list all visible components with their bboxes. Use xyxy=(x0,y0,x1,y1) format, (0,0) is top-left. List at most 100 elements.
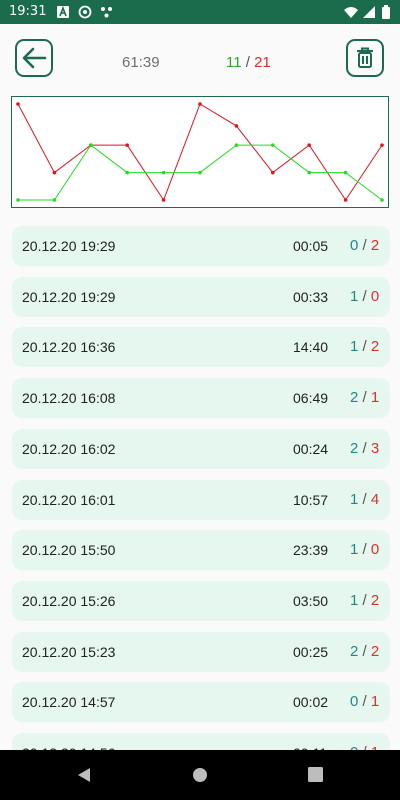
series-0-point xyxy=(380,143,384,147)
trash-icon xyxy=(357,47,373,68)
game-date: 20.12.20 14:57 xyxy=(22,694,116,711)
history-chart xyxy=(11,96,389,208)
nav-back-icon[interactable] xyxy=(76,767,92,783)
series-1-point xyxy=(52,198,57,202)
game-date: 20.12.20 16:01 xyxy=(22,491,116,508)
series-0-point xyxy=(52,170,57,175)
game-row[interactable]: 20.12.20 15:50 23:39 1 / 0 xyxy=(12,530,390,571)
series-0-point xyxy=(271,170,275,175)
signal-icon xyxy=(363,6,375,18)
series-1-point xyxy=(161,170,166,175)
game-row[interactable]: 20.12.20 16:02 00:24 2 / 3 xyxy=(12,428,390,469)
dots-icon xyxy=(101,7,112,18)
game-lost: 3 xyxy=(370,439,380,457)
series-0-point xyxy=(343,198,348,202)
series-line-0 xyxy=(17,103,383,202)
game-result: 1 / 4 xyxy=(350,491,379,508)
score-lost: 21 xyxy=(254,54,271,71)
game-row[interactable]: 20.12.20 15:26 03:50 1 / 2 xyxy=(12,580,390,621)
game-result: 1 / 0 xyxy=(350,541,379,558)
game-won: 2 xyxy=(350,439,359,457)
header: 61:39 11 / 21 xyxy=(0,24,400,96)
arrow-left-icon xyxy=(22,47,47,69)
session-timer: 61:39 xyxy=(122,54,160,71)
game-lost: 2 xyxy=(370,642,380,660)
status-bar: 19:31 xyxy=(0,0,400,24)
a-icon xyxy=(57,5,69,18)
game-result-separator: / xyxy=(362,389,367,407)
game-row[interactable]: 20.12.20 19:29 00:33 1 / 0 xyxy=(12,276,390,317)
series-1-point xyxy=(198,170,202,175)
game-date: 20.12.20 19:29 xyxy=(22,288,116,305)
at-icon xyxy=(78,5,92,19)
delete-button[interactable] xyxy=(346,39,384,77)
series-0-point xyxy=(198,102,202,106)
series-1-point xyxy=(380,198,384,202)
series-1-point xyxy=(307,170,312,175)
game-date: 20.12.20 15:50 xyxy=(22,542,116,559)
game-row[interactable]: 20.12.20 16:01 10:57 1 / 4 xyxy=(12,479,390,520)
game-row[interactable]: 20.12.20 16:36 14:40 1 / 2 xyxy=(12,327,390,368)
game-result-separator: / xyxy=(362,287,367,305)
game-lost: 2 xyxy=(370,338,380,356)
game-won: 1 xyxy=(350,541,359,559)
series-1-point xyxy=(234,143,239,147)
nav-home-icon[interactable] xyxy=(192,767,208,783)
game-row[interactable]: 20.12.20 16:08 06:49 2 / 1 xyxy=(12,378,390,419)
game-date: 20.12.20 16:36 xyxy=(22,339,116,356)
series-1-point xyxy=(125,170,129,175)
nav-recents-icon[interactable] xyxy=(308,767,323,782)
game-lost: 2 xyxy=(370,591,380,609)
game-result-separator: / xyxy=(362,237,367,254)
game-duration: 14:40 xyxy=(293,339,329,356)
game-duration: 00:24 xyxy=(293,440,329,457)
game-duration: 10:57 xyxy=(293,491,329,508)
status-time: 19:31 xyxy=(9,4,47,19)
game-date: 20.12.20 15:26 xyxy=(22,592,116,609)
game-list[interactable]: 20.12.20 19:29 00:05 0 / 2 20.12.20 19:29 00… xyxy=(0,224,400,750)
series-1-point xyxy=(16,198,20,202)
game-won: 1 xyxy=(350,490,359,508)
series-0-point xyxy=(161,198,166,202)
navigation-bar xyxy=(0,750,400,800)
game-result: 2 / 2 xyxy=(350,643,379,660)
game-result-separator: / xyxy=(362,591,367,609)
game-row[interactable]: 20.12.20 19:29 00:05 0 / 2 xyxy=(12,226,390,266)
game-date: 20.12.20 19:29 xyxy=(22,238,116,254)
game-result-separator: / xyxy=(362,541,367,559)
wifi-icon xyxy=(344,7,358,18)
game-row[interactable]: 20.12.20 15:23 00:25 2 / 2 xyxy=(12,631,390,672)
game-result: 1 / 2 xyxy=(350,338,379,355)
game-duration: 00:05 xyxy=(293,238,329,254)
game-lost: 1 xyxy=(370,693,380,711)
game-duration: 00:33 xyxy=(293,288,329,305)
game-won: 1 xyxy=(350,591,359,609)
score-won: 11 xyxy=(226,54,242,71)
game-lost: 0 xyxy=(370,287,380,305)
game-result-separator: / xyxy=(362,642,367,660)
series-0-point xyxy=(234,124,239,128)
game-duration: 06:49 xyxy=(293,390,329,407)
score-separator: / xyxy=(245,54,250,71)
game-won: 0 xyxy=(350,693,359,711)
game-lost: 2 xyxy=(370,237,380,254)
game-result-separator: / xyxy=(362,490,367,508)
game-result-separator: / xyxy=(362,693,367,711)
game-row[interactable]: 20.12.20 14:57 00:02 0 / 1 xyxy=(12,682,390,723)
game-duration: 00:02 xyxy=(293,694,329,711)
game-result: 0 / 1 xyxy=(350,693,379,710)
game-result-separator: / xyxy=(362,439,367,457)
game-lost: 4 xyxy=(370,490,380,508)
series-0-point xyxy=(125,143,129,147)
series-1-point xyxy=(89,143,93,147)
session-score: 11 / 21 xyxy=(226,54,271,71)
game-row[interactable]: 20.12.20 14:5600:110 / 1 xyxy=(12,733,390,750)
game-won: 2 xyxy=(350,389,359,407)
game-duration: 00:25 xyxy=(293,643,329,660)
series-0-point xyxy=(307,143,312,147)
game-won: 1 xyxy=(350,287,359,305)
game-lost: 0 xyxy=(370,541,380,559)
series-1-point xyxy=(343,170,348,175)
game-result-separator: / xyxy=(362,338,367,356)
back-button[interactable] xyxy=(15,39,53,77)
